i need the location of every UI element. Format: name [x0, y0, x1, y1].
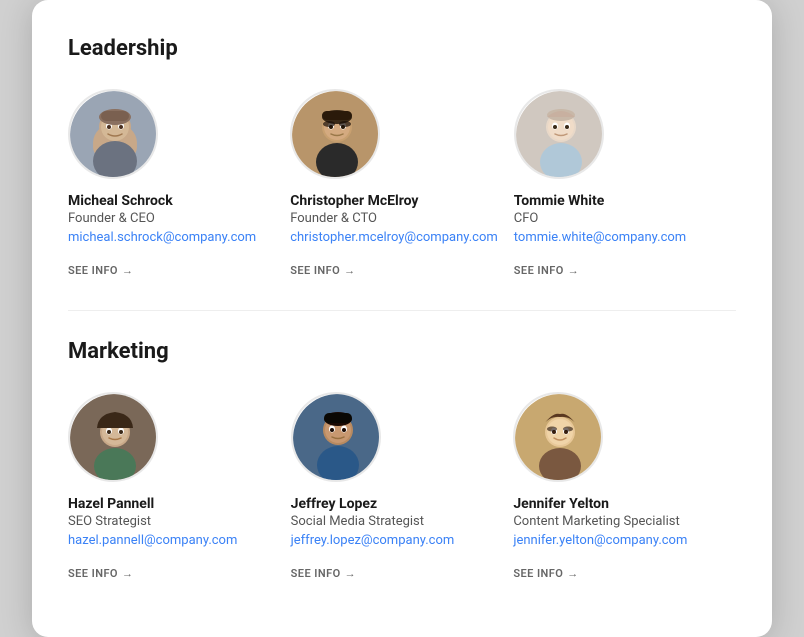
see-info-micheal-schrock[interactable]: SEE INFO → — [68, 264, 133, 277]
see-info-tommie-white[interactable]: SEE INFO → — [514, 264, 579, 277]
person-role-jennifer-yelton: Content Marketing Specialist — [513, 514, 720, 529]
person-name-micheal-schrock: Micheal Schrock — [68, 193, 274, 209]
see-info-label-hazel-pannell: SEE INFO — [68, 567, 118, 580]
person-role-jeffrey-lopez: Social Media Strategist — [291, 514, 498, 529]
person-name-tommie-white: Tommie White — [514, 193, 720, 209]
person-cell-tommie-white: Tommie White CFO tommie.white@company.com S… — [514, 89, 736, 302]
person-cell-micheal-schrock: Micheal Schrock Founder & CEO micheal.schr… — [68, 89, 290, 302]
avatar-christopher-mcelroy — [290, 89, 380, 179]
person-role-hazel-pannell: SEO Strategist — [68, 514, 275, 529]
section-title-marketing: Marketing — [68, 339, 736, 364]
arrow-icon: → — [344, 264, 355, 277]
person-name-jennifer-yelton: Jennifer Yelton — [513, 496, 720, 512]
see-info-label-micheal-schrock: SEE INFO — [68, 264, 118, 277]
person-email-christopher-mcelroy[interactable]: christopher.mcelroy@company.com — [290, 230, 498, 245]
see-info-label-jennifer-yelton: SEE INFO — [513, 567, 563, 580]
avatar-tommie-white — [514, 89, 604, 179]
person-role-tommie-white: CFO — [514, 211, 720, 226]
avatar-hazel-pannell — [68, 392, 158, 482]
see-info-label-jeffrey-lopez: SEE INFO — [291, 567, 341, 580]
arrow-icon: → — [122, 264, 133, 277]
arrow-icon: → — [345, 567, 356, 580]
avatar-micheal-schrock — [68, 89, 158, 179]
person-cell-hazel-pannell: Hazel Pannell SEO Strategist hazel.pannell… — [68, 392, 291, 605]
person-role-micheal-schrock: Founder & CEO — [68, 211, 274, 226]
person-role-christopher-mcelroy: Founder & CTO — [290, 211, 498, 226]
person-email-jeffrey-lopez[interactable]: jeffrey.lopez@company.com — [291, 533, 498, 548]
person-email-micheal-schrock[interactable]: micheal.schrock@company.com — [68, 230, 274, 245]
see-info-label-tommie-white: SEE INFO — [514, 264, 564, 277]
arrow-icon: → — [567, 567, 578, 580]
arrow-icon: → — [568, 264, 579, 277]
person-email-jennifer-yelton[interactable]: jennifer.yelton@company.com — [513, 533, 720, 548]
person-name-jeffrey-lopez: Jeffrey Lopez — [291, 496, 498, 512]
people-grid-leadership: Micheal Schrock Founder & CEO micheal.schr… — [68, 89, 736, 302]
see-info-hazel-pannell[interactable]: SEE INFO → — [68, 567, 133, 580]
main-card: Leadership Micheal Schrock Founder & CEO m… — [32, 0, 772, 637]
arrow-icon: → — [122, 567, 133, 580]
person-email-hazel-pannell[interactable]: hazel.pannell@company.com — [68, 533, 275, 548]
section-title-leadership: Leadership — [68, 36, 736, 61]
see-info-jennifer-yelton[interactable]: SEE INFO → — [513, 567, 578, 580]
person-cell-jeffrey-lopez: Jeffrey Lopez Social Media Strategist jeff… — [291, 392, 514, 605]
avatar-jeffrey-lopez — [291, 392, 381, 482]
see-info-jeffrey-lopez[interactable]: SEE INFO → — [291, 567, 356, 580]
person-cell-christopher-mcelroy: Christopher McElroy Founder & CTO christop… — [290, 89, 514, 302]
people-grid-marketing: Hazel Pannell SEO Strategist hazel.pannell… — [68, 392, 736, 605]
person-name-christopher-mcelroy: Christopher McElroy — [290, 193, 498, 209]
see-info-christopher-mcelroy[interactable]: SEE INFO → — [290, 264, 355, 277]
person-email-tommie-white[interactable]: tommie.white@company.com — [514, 230, 720, 245]
section-divider — [68, 310, 736, 311]
person-name-hazel-pannell: Hazel Pannell — [68, 496, 275, 512]
avatar-jennifer-yelton — [513, 392, 603, 482]
person-cell-jennifer-yelton: Jennifer Yelton Content Marketing Special… — [513, 392, 736, 605]
see-info-label-christopher-mcelroy: SEE INFO — [290, 264, 340, 277]
